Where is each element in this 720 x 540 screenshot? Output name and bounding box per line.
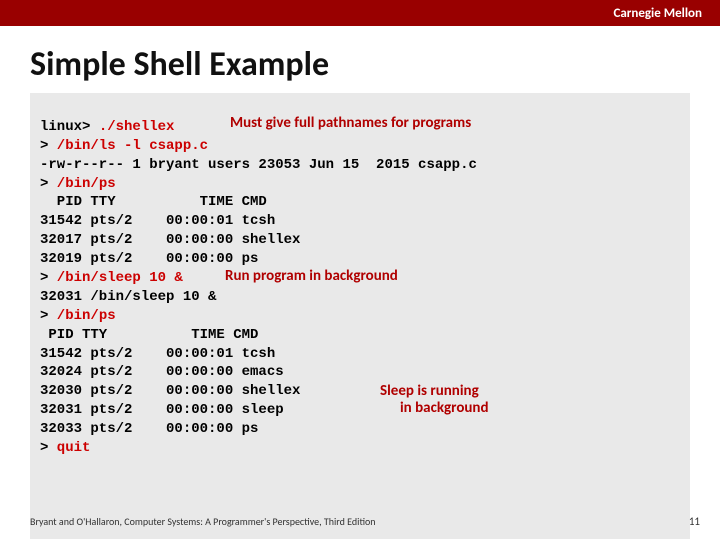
note-fullpath: Must give full pathnames for programs xyxy=(230,115,471,132)
output-line: PID TTY TIME CMD xyxy=(40,194,267,210)
note-sleep-1: Sleep is running xyxy=(380,383,479,400)
output-line: 32019 pts/2 00:00:00 ps xyxy=(40,251,258,267)
footer-text: Bryant and O'Hallaron, Computer Systems:… xyxy=(30,515,376,528)
output-line: 32017 pts/2 00:00:00 shellex xyxy=(40,232,300,248)
output-line: -rw-r--r-- 1 bryant users 23053 Jun 15 2… xyxy=(40,157,477,173)
output-line: PID TTY TIME CMD xyxy=(40,327,258,343)
note-sleep-2: in background xyxy=(400,400,489,417)
output-line: 32024 pts/2 00:00:00 emacs xyxy=(40,364,284,380)
output-line: 31542 pts/2 00:00:01 tcsh xyxy=(40,346,275,362)
cmd-shellex: ./shellex xyxy=(90,119,174,135)
output-line: 32033 pts/2 00:00:00 ps xyxy=(40,421,258,437)
output-line: 32031 /bin/sleep 10 & xyxy=(40,289,216,305)
cmd-ls: /bin/ls -l csapp.c xyxy=(48,138,208,154)
slide-title: Simple Shell Example xyxy=(30,44,720,85)
output-line: 32031 pts/2 00:00:00 sleep xyxy=(40,402,284,418)
page-number: 11 xyxy=(689,515,700,528)
note-background: Run program in background xyxy=(225,268,398,285)
cmd-ps2: /bin/ps xyxy=(48,308,115,324)
output-line: 31542 pts/2 00:00:01 tcsh xyxy=(40,213,275,229)
terminal-block: linux> ./shellex > /bin/ls -l csapp.c -r… xyxy=(30,93,690,539)
cmd-quit: quit xyxy=(48,440,90,456)
output-line: 32030 pts/2 00:00:00 shellex xyxy=(40,383,300,399)
cmd-sleep: /bin/sleep 10 & xyxy=(48,270,182,286)
cmd-ps1: /bin/ps xyxy=(48,176,115,192)
top-bar: Carnegie Mellon xyxy=(0,0,720,26)
brand-label: Carnegie Mellon xyxy=(613,6,702,21)
prompt: linux> xyxy=(40,119,90,135)
